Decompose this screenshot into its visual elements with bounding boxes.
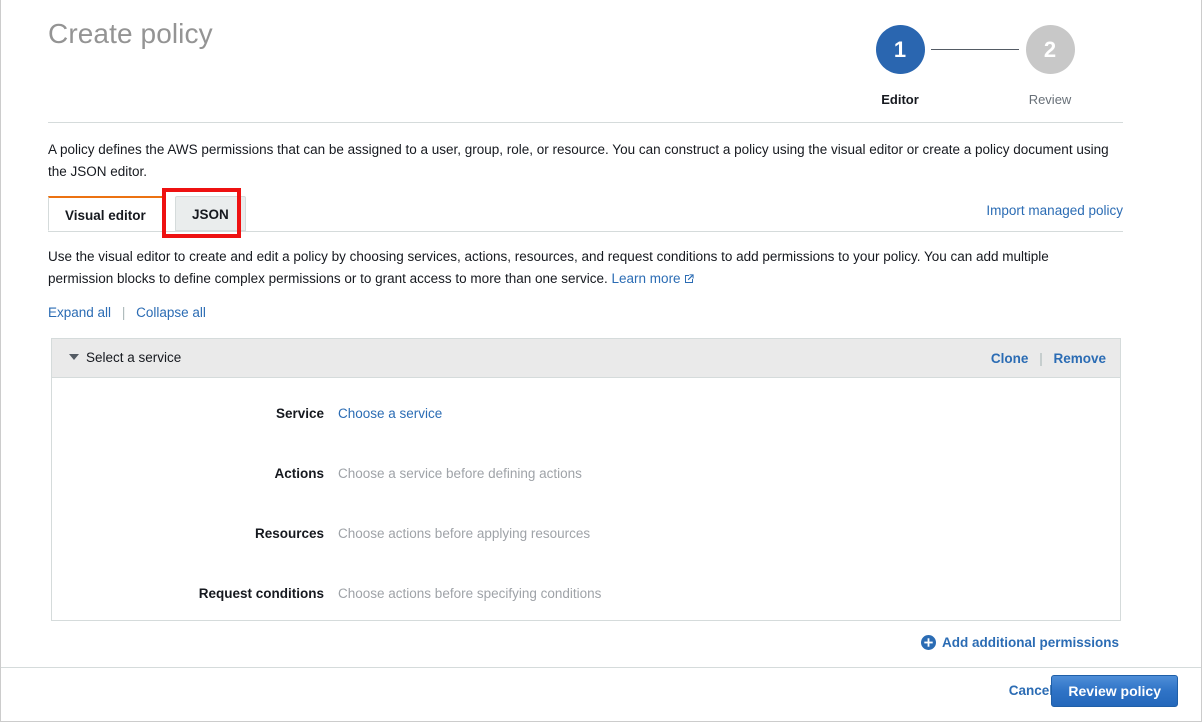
actions-placeholder-text: Choose a service before defining actions: [338, 466, 582, 481]
header-divider: [48, 122, 1123, 123]
wizard-step-editor[interactable]: 1 Editor: [871, 25, 929, 107]
import-managed-policy-link[interactable]: Import managed policy: [986, 203, 1123, 218]
permission-block-header: Select a service Clone | Remove: [51, 338, 1121, 378]
collapse-all-link[interactable]: Collapse all: [136, 305, 206, 320]
form-row-resources: Resources Choose actions before applying…: [52, 516, 1120, 576]
field-label: Resources: [52, 526, 324, 541]
plus-circle-icon: [921, 635, 936, 650]
step-connector-line: [931, 49, 1019, 50]
clone-link[interactable]: Clone: [991, 351, 1029, 366]
control-separator: |: [122, 305, 126, 320]
chevron-down-icon[interactable]: [69, 354, 79, 360]
permission-block-body: Service Choose a service Actions Choose …: [51, 378, 1121, 621]
page-title: Create policy: [48, 18, 213, 50]
permission-block-title[interactable]: Select a service: [86, 350, 181, 365]
choose-a-service-link[interactable]: Choose a service: [338, 406, 442, 421]
expand-all-link[interactable]: Expand all: [48, 305, 111, 320]
tab-visual-editor[interactable]: Visual editor: [48, 196, 163, 231]
field-label: Actions: [52, 466, 324, 481]
page-header: Create policy 1 Editor 2 Review: [1, 0, 1201, 122]
remove-link[interactable]: Remove: [1053, 351, 1106, 366]
add-additional-permissions-label: Add additional permissions: [942, 635, 1119, 650]
intro-description: A policy defines the AWS permissions tha…: [48, 139, 1126, 183]
step-label: Review: [1021, 92, 1079, 107]
step-label: Editor: [871, 92, 929, 107]
wizard-steps: 1 Editor 2 Review: [867, 25, 1083, 111]
request-conditions-placeholder-text: Choose actions before specifying conditi…: [338, 586, 601, 601]
field-label: Service: [52, 406, 324, 421]
expand-collapse-controls: Expand all | Collapse all: [48, 305, 206, 320]
learn-more-label: Learn more: [612, 271, 681, 286]
form-row-service: Service Choose a service: [52, 396, 1120, 456]
external-link-icon: [684, 269, 694, 279]
editor-tabbar: Visual editor JSON Import managed policy: [48, 196, 1123, 232]
field-label: Request conditions: [52, 586, 324, 601]
review-policy-button[interactable]: Review policy: [1051, 675, 1178, 707]
step-number-badge: 2: [1026, 25, 1075, 74]
form-row-request-conditions: Request conditions Choose actions before…: [52, 576, 1120, 636]
action-separator: |: [1039, 351, 1043, 366]
permission-block-actions: Clone | Remove: [991, 351, 1106, 366]
visual-editor-description-text: Use the visual editor to create and edit…: [48, 249, 1049, 286]
visual-editor-description: Use the visual editor to create and edit…: [48, 246, 1108, 290]
page-footer: Cancel Review policy: [1, 667, 1201, 721]
tab-json[interactable]: JSON: [175, 196, 246, 231]
cancel-button[interactable]: Cancel: [1009, 683, 1053, 698]
create-policy-page: Create policy 1 Editor 2 Review A policy…: [0, 0, 1202, 722]
form-row-actions: Actions Choose a service before defining…: [52, 456, 1120, 516]
step-number-badge: 1: [876, 25, 925, 74]
permission-block: Select a service Clone | Remove Service …: [51, 338, 1121, 621]
add-additional-permissions-button[interactable]: Add additional permissions: [921, 632, 1119, 650]
learn-more-link[interactable]: Learn more: [612, 271, 694, 286]
wizard-step-review[interactable]: 2 Review: [1021, 25, 1079, 107]
resources-placeholder-text: Choose actions before applying resources: [338, 526, 590, 541]
